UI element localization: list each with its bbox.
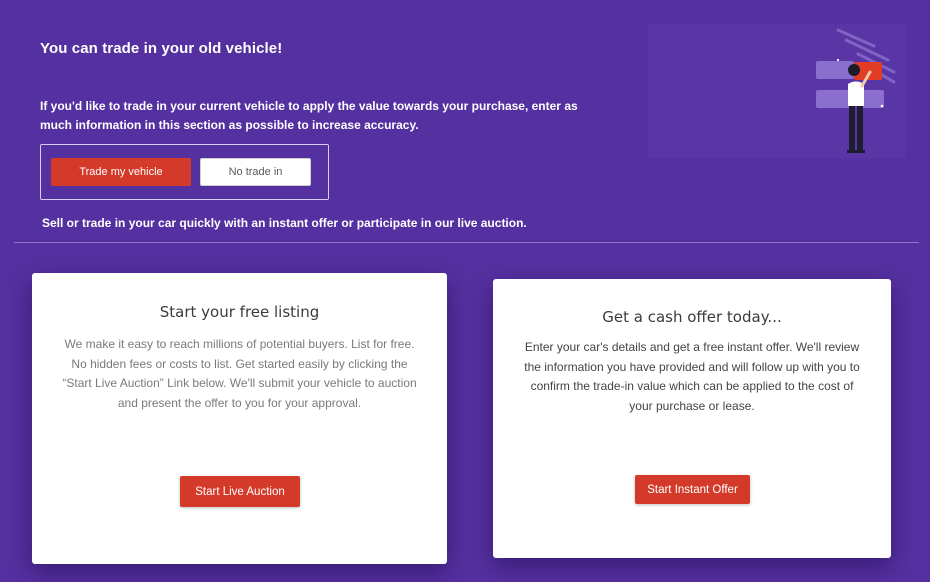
section-divider [14, 242, 919, 243]
free-listing-title: Start your free listing [159, 303, 320, 321]
trade-choice-group: Trade my vehicle No trade in [40, 144, 329, 200]
no-trade-in-button[interactable]: No trade in [200, 158, 311, 186]
trade-in-intro-text: If you'd like to trade in your current v… [40, 99, 578, 132]
free-listing-description: We make it easy to reach millions of pot… [62, 337, 417, 410]
start-live-auction-button[interactable]: Start Live Auction [180, 476, 300, 507]
trade-in-page: You can trade in your old vehicle! If yo… [0, 0, 930, 582]
cash-offer-description: Enter your car's details and get a free … [524, 340, 860, 413]
sell-or-trade-text: Sell or trade in your car quickly with a… [42, 216, 527, 230]
trade-my-vehicle-button[interactable]: Trade my vehicle [51, 158, 191, 186]
free-listing-card: Start your free listing We make it easy … [32, 273, 447, 564]
start-instant-offer-button[interactable]: Start Instant Offer [635, 475, 750, 504]
cash-offer-card: Get a cash offer today... Enter your car… [493, 279, 891, 558]
trade-in-headline: You can trade in your old vehicle! [40, 40, 283, 57]
person-holding-card-illustration-icon [648, 24, 906, 158]
cash-offer-title: Get a cash offer today... [602, 308, 782, 326]
